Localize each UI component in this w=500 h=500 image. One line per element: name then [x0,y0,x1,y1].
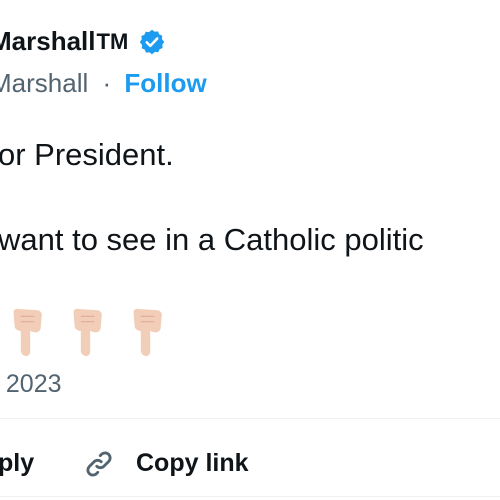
pointing-down-emoji-icon [73,308,102,357]
verified-badge-icon [137,27,167,57]
pointing-down-emoji-icon [13,308,42,357]
tweet-text-line: or President. [0,137,174,172]
author-header: Marshall TM [0,26,167,57]
action-bar: ply Copy link [0,445,500,485]
reply-button[interactable]: ply [0,449,34,478]
author-handle[interactable]: Marshall [0,68,88,98]
trademark-suffix: TM [96,28,129,54]
emoji-row [5,306,167,358]
pointing-down-emoji-icon [133,308,162,357]
follow-button[interactable]: Follow [124,68,206,98]
divider [0,496,500,497]
handle-row: Marshall · Follow [0,68,207,99]
divider [0,418,500,419]
separator-dot: · [102,68,112,98]
link-icon[interactable] [80,445,118,483]
display-name[interactable]: Marshall [0,26,96,57]
copy-link-button[interactable]: Copy link [136,449,249,478]
tweet-card: Marshall TM Marshall · Follow or Preside… [0,0,500,500]
tweet-timestamp[interactable]: , 2023 [0,370,62,399]
tweet-text-line: want to see in a Catholic politic [0,222,424,257]
